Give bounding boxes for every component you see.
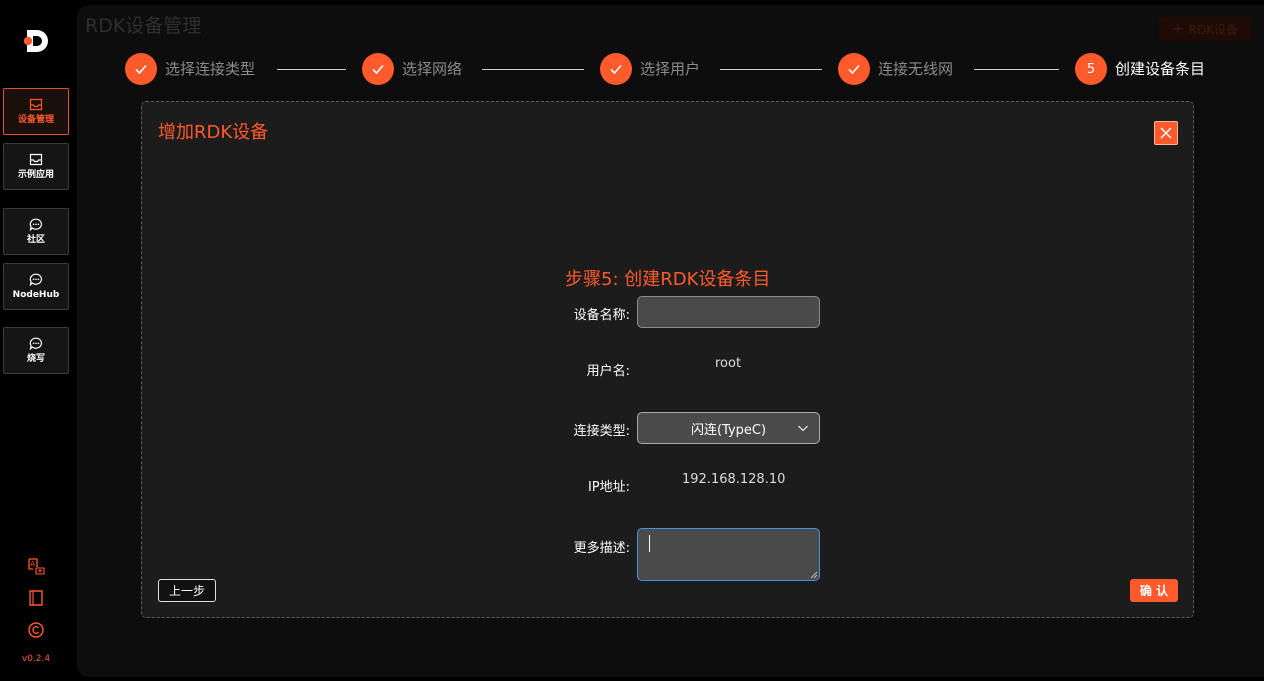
step-connector <box>720 69 822 70</box>
step-1-label: 选择连接类型 <box>165 60 256 78</box>
device-name-input[interactable] <box>637 296 820 328</box>
step-2-check-icon <box>362 53 394 85</box>
translate-icon[interactable]: A <box>27 557 45 575</box>
inbox-icon <box>29 153 43 165</box>
connection-type-value: 闪连(TypeC) <box>690 422 767 438</box>
ip-address-value: 192.168.128.10 <box>682 472 786 487</box>
add-device-label: RDK设备 <box>1188 22 1239 37</box>
sidebar-item-label: NodeHub <box>12 289 60 300</box>
sidebar-item-label: 设备管理 <box>17 114 54 125</box>
book-icon[interactable] <box>27 589 45 607</box>
chevron-down-icon <box>798 425 808 432</box>
step-4-label: 连接无线网 <box>878 60 954 78</box>
sidebar-item-nodehub[interactable]: NodeHub <box>3 263 69 310</box>
chat-icon <box>29 218 42 231</box>
sidebar-item-example-apps[interactable]: 示例应用 <box>3 143 69 190</box>
step-5-label: 创建设备条目 <box>1115 60 1206 78</box>
previous-step-button[interactable]: 上一步 <box>158 579 216 602</box>
chat-icon <box>29 337 42 350</box>
sidebar: 设备管理 示例应用 社区 NodeHub 烧写 A v0.2.4 <box>0 0 72 681</box>
step-4-check-icon <box>838 53 870 85</box>
connection-type-label: 连接类型: <box>573 424 630 439</box>
username-label: 用户名: <box>586 364 630 379</box>
sidebar-item-label: 示例应用 <box>17 169 54 180</box>
sidebar-item-label: 社区 <box>26 234 45 245</box>
step-3-label: 选择用户 <box>640 60 701 78</box>
step-connector <box>974 69 1059 70</box>
dialog-title: 增加RDK设备 <box>158 122 269 143</box>
plus-icon: + <box>1171 21 1184 37</box>
svg-text:A: A <box>30 560 35 568</box>
sidebar-item-device-management[interactable]: 设备管理 <box>3 88 69 135</box>
close-icon <box>1160 127 1172 139</box>
add-device-button[interactable]: + RDK设备 <box>1159 17 1251 41</box>
step-connector <box>277 69 346 70</box>
section-title: 步骤5: 创建RDK设备条目 <box>565 269 771 290</box>
inbox-icon <box>29 98 43 110</box>
sidebar-item-flash[interactable]: 烧写 <box>3 327 69 374</box>
device-name-label: 设备名称: <box>573 308 630 323</box>
version-label: v0.2.4 <box>21 654 51 664</box>
username-value: root <box>715 356 742 371</box>
connection-type-select[interactable]: 闪连(TypeC) <box>637 412 820 444</box>
step-connector <box>482 69 584 70</box>
ip-address-label: IP地址: <box>587 480 630 495</box>
step-1-check-icon <box>125 53 157 85</box>
description-label: 更多描述: <box>573 541 630 556</box>
page-title: RDK设备管理 <box>85 15 202 37</box>
sidebar-item-label: 烧写 <box>26 353 45 364</box>
close-button[interactable] <box>1154 121 1178 145</box>
resize-grip-icon[interactable] <box>809 570 818 579</box>
text-caret <box>649 535 650 552</box>
chat-icon <box>29 273 42 286</box>
copyright-icon[interactable] <box>27 621 45 639</box>
sidebar-item-community[interactable]: 社区 <box>3 208 69 255</box>
app-logo <box>23 30 48 52</box>
step-3-check-icon <box>600 53 632 85</box>
confirm-button[interactable]: 确 认 <box>1130 579 1178 602</box>
step-5-number: 5 <box>1075 53 1107 85</box>
description-textarea[interactable] <box>637 528 820 581</box>
step-2-label: 选择网络 <box>402 60 463 78</box>
